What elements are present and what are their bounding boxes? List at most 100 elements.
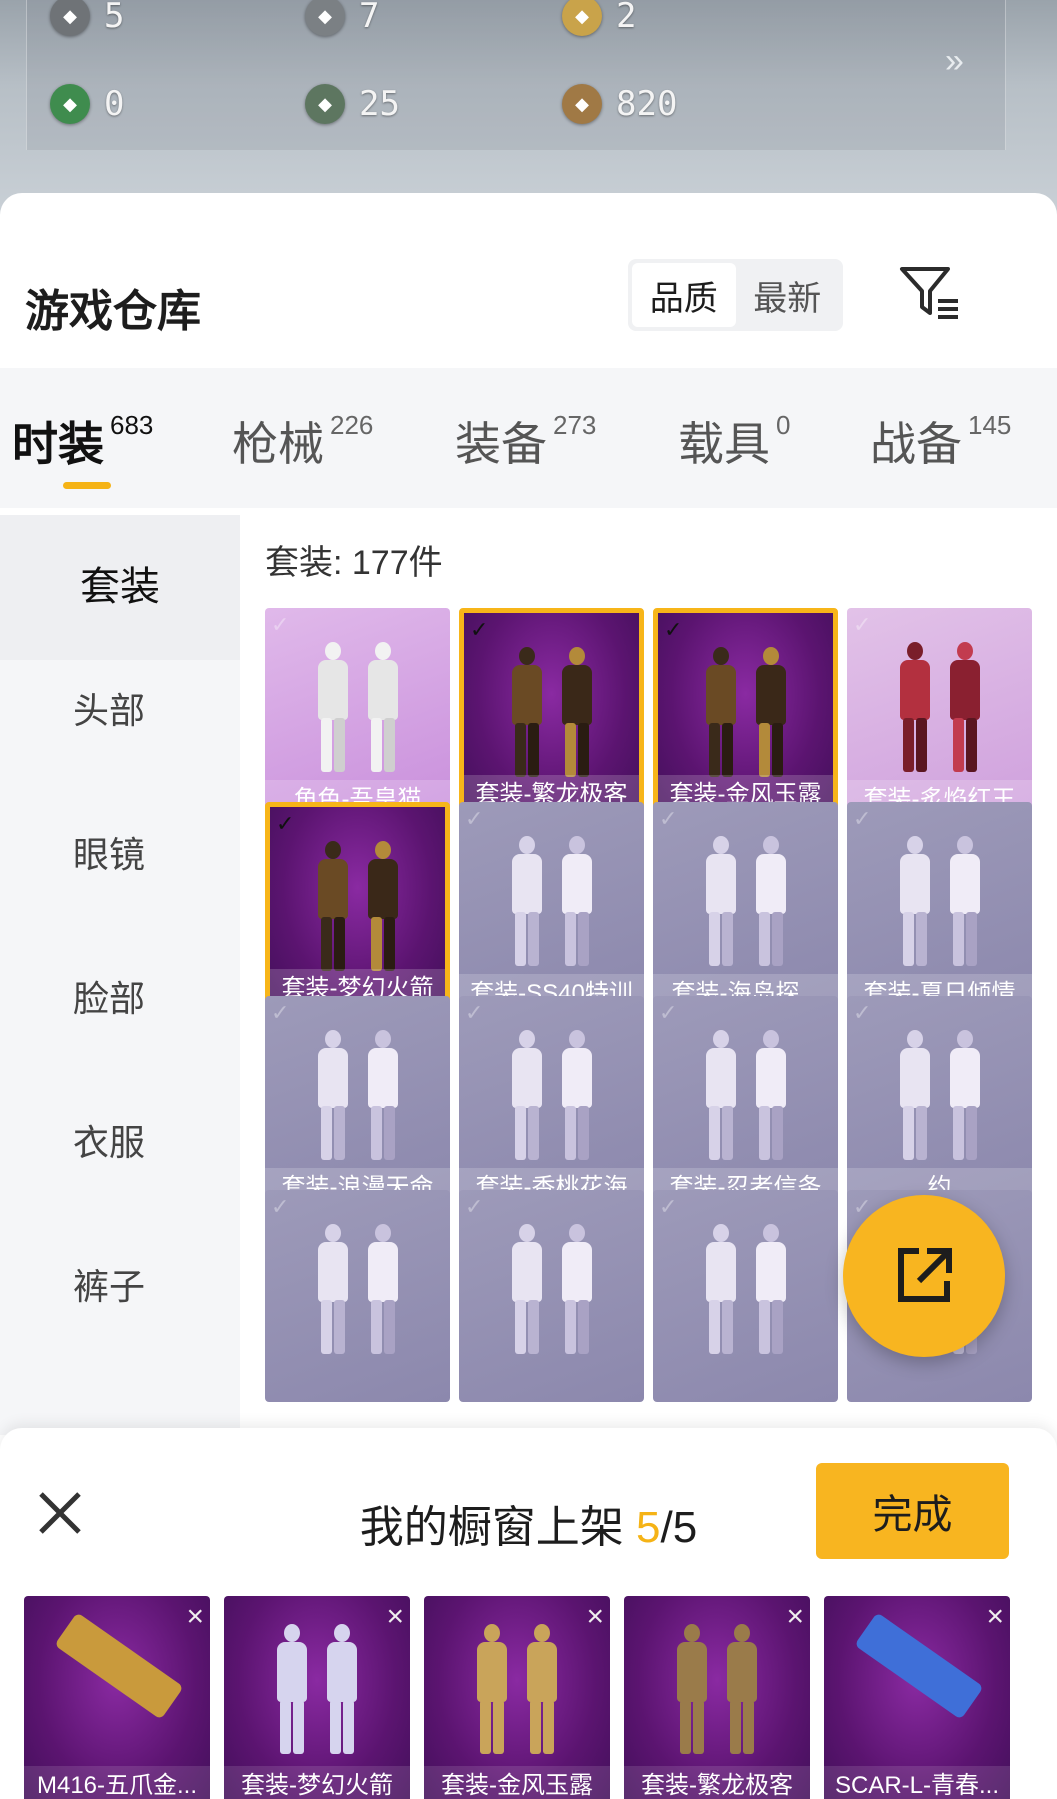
page-title: 游戏仓库 (25, 287, 201, 336)
outfit-card[interactable]: ✓ 套装-浪漫天命 (265, 996, 450, 1208)
active-tab-indicator (63, 482, 111, 489)
outfit-preview (653, 1204, 838, 1354)
outfit-figure (312, 841, 354, 971)
sort-option-newest[interactable]: 最新 (736, 263, 840, 327)
outfit-card[interactable]: ✓ 套装-炙焰红王 (847, 608, 1032, 820)
outfit-card[interactable]: ✓ 套装-夏日倾情 (847, 802, 1032, 1014)
outfit-figure (312, 1224, 354, 1354)
remove-icon[interactable]: × (386, 1600, 404, 1634)
sidebar-item-pants[interactable]: 裤子 (0, 1258, 218, 1310)
showcase-item[interactable]: × 套装-梦幻火箭 (224, 1596, 410, 1799)
outfit-figure (312, 1030, 354, 1160)
stat-item: ◆ 2 (562, 0, 636, 36)
outfit-figure (700, 1224, 742, 1354)
outfit-card[interactable]: ✓ 套装-繁龙极客 (459, 608, 644, 820)
remove-icon[interactable]: × (586, 1600, 604, 1634)
outfit-card[interactable]: ✓ 约 (847, 996, 1032, 1208)
outfit-figure (750, 647, 792, 777)
outfit-figure (321, 1624, 363, 1754)
outfit-preview (265, 622, 450, 772)
outfit-card[interactable]: ✓ 套装-海岛探... (653, 802, 838, 1014)
sidebar-item-glasses[interactable]: 眼镜 (0, 826, 218, 878)
outfit-figure (471, 1624, 513, 1754)
outfit-preview (658, 627, 833, 777)
share-icon (898, 1248, 952, 1302)
showcase-item-name: 套装-繁龙极客 (624, 1766, 810, 1799)
outfit-figure (721, 1624, 763, 1754)
outfit-figure (700, 647, 742, 777)
showcase-item-name: 套装-梦幻火箭 (224, 1766, 410, 1799)
outfit-preview (459, 816, 644, 966)
outfit-preview (847, 1010, 1032, 1160)
sidebar-item-sets[interactable]: 套装 (0, 515, 240, 660)
green-coin-icon: ◆ (305, 84, 345, 124)
showcase-item[interactable]: × M416-五爪金... (24, 1596, 210, 1799)
outfit-figure (556, 647, 598, 777)
outfit-figure (700, 836, 742, 966)
showcase-item[interactable]: × SCAR-L-青春... (824, 1596, 1010, 1799)
outfit-figure (894, 836, 936, 966)
tab-label: 战备 (870, 418, 962, 470)
outfit-card[interactable]: ✓ (459, 1190, 644, 1402)
outfit-figure (750, 1224, 792, 1354)
outfit-figure (700, 1030, 742, 1160)
tab-supplies[interactable]: 战备 145 (870, 408, 1011, 474)
outfit-card[interactable]: ✓ 角色-吾皇猫 (265, 608, 450, 820)
outfit-figure (506, 1224, 548, 1354)
outfit-card[interactable]: ✓ 套装-金风玉露 (653, 608, 838, 820)
sort-option-quality[interactable]: 品质 (632, 263, 736, 327)
tab-label: 时装 (12, 418, 104, 470)
outfit-preview (270, 821, 445, 971)
tab-count: 273 (553, 410, 597, 440)
outfit-card[interactable]: ✓ 套装-忍者信条 (653, 996, 838, 1208)
stat-item: ◆ 0 (50, 84, 124, 124)
gun-image (54, 1612, 184, 1720)
outfit-figure (944, 642, 986, 772)
tab-label: 装备 (455, 418, 547, 470)
outfit-figure (556, 1224, 598, 1354)
outfit-preview (424, 1614, 610, 1754)
outfit-figure (556, 1030, 598, 1160)
remove-icon[interactable]: × (986, 1600, 1004, 1634)
stat-value: 5 (104, 0, 125, 36)
done-button[interactable]: 完成 (816, 1463, 1009, 1559)
sidebar-item-face[interactable]: 脸部 (0, 970, 218, 1022)
more-arrow-icon[interactable]: » (945, 42, 964, 81)
outfit-card[interactable]: ✓ 套装-SS40特训 (459, 802, 644, 1014)
tab-fashion[interactable]: 时装 683 (12, 408, 153, 474)
outfit-figure (312, 642, 354, 772)
tab-label: 载具 (678, 418, 770, 470)
stat-item: ◆ 5 (50, 0, 124, 36)
tab-vehicles[interactable]: 载具 0 (678, 408, 790, 474)
showcase-item-name: SCAR-L-青春... (824, 1766, 1010, 1799)
outfit-card[interactable]: ✓ 套装-梦幻火箭 (265, 802, 450, 1014)
showcase-item[interactable]: × 套装-金风玉露 (424, 1596, 610, 1799)
tab-equipment[interactable]: 装备 273 (455, 408, 596, 474)
sidebar-item-clothes[interactable]: 衣服 (0, 1114, 218, 1166)
outfit-card[interactable]: ✓ 套装-香桃花海 (459, 996, 644, 1208)
outfit-card[interactable]: ✓ (265, 1190, 450, 1402)
tab-guns[interactable]: 枪械 226 (232, 408, 373, 474)
filter-icon[interactable] (898, 263, 962, 323)
outfit-figure (556, 836, 598, 966)
stat-item: ◆ 25 (305, 84, 400, 124)
remove-icon[interactable]: × (186, 1600, 204, 1634)
stat-value: 25 (359, 84, 400, 124)
tab-count: 226 (330, 410, 374, 440)
outfit-figure (362, 1030, 404, 1160)
showcase-item[interactable]: × 套装-繁龙极客 (624, 1596, 810, 1799)
outfit-preview (464, 627, 639, 777)
share-button[interactable] (843, 1195, 1005, 1357)
silver-badge-icon: ◆ (50, 0, 90, 36)
category-tabs: 时装 683 枪械 226 装备 273 载具 0 战备 145 (0, 368, 1057, 508)
outfit-preview (847, 816, 1032, 966)
silver-coin-icon: ◆ (305, 0, 345, 36)
sidebar-item-head[interactable]: 头部 (0, 682, 218, 734)
showcase-title-text: 我的橱窗上架 (359, 1503, 637, 1552)
outfit-card[interactable]: ✓ (653, 1190, 838, 1402)
currency-banner: ◆ 5 ◆ 7 ◆ 2 ◆ 0 ◆ 25 ◆ 820 » (0, 0, 1057, 215)
remove-icon[interactable]: × (786, 1600, 804, 1634)
outfit-preview (224, 1614, 410, 1754)
tab-count: 683 (110, 410, 154, 440)
outfit-figure (521, 1624, 563, 1754)
